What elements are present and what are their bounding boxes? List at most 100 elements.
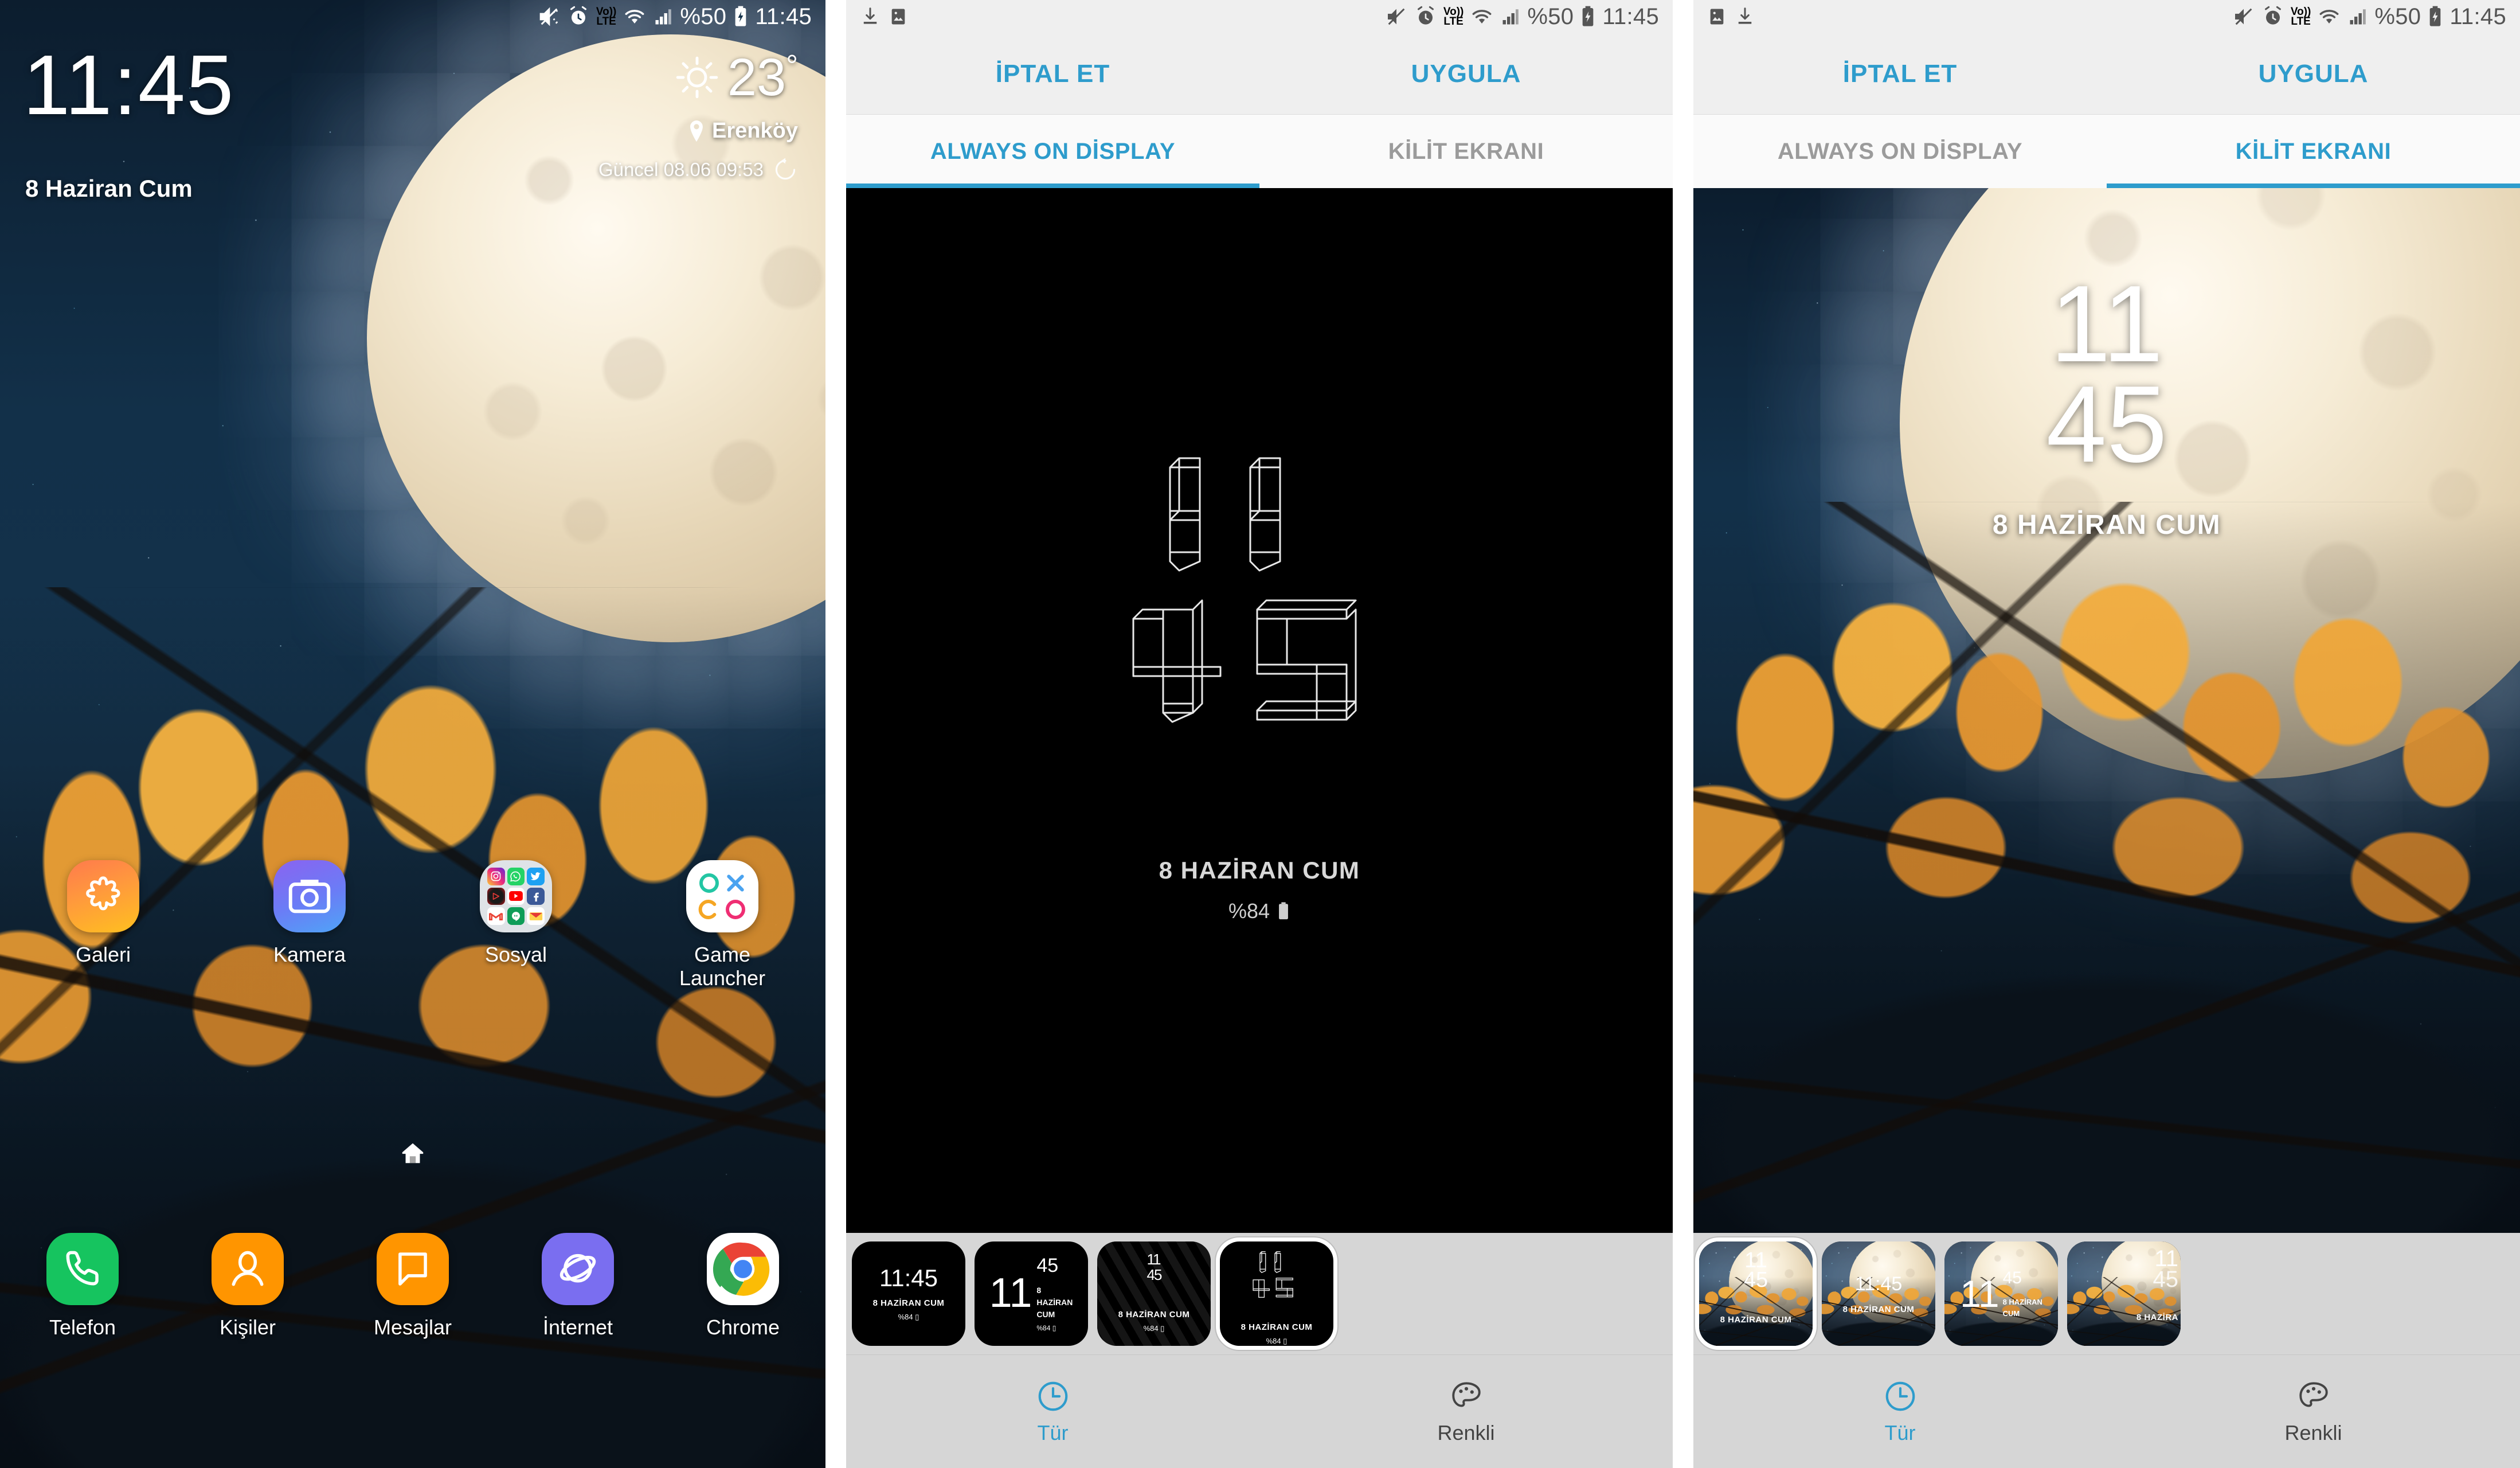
weather-widget[interactable]: 23° Erenköy Güncel 08.06 09:53 bbox=[598, 51, 798, 182]
weather-updated-row[interactable]: Güncel 08.06 09:53 bbox=[598, 157, 798, 182]
wireframe-digits-thumb bbox=[1253, 1251, 1294, 1298]
app-galeri[interactable]: Galeri bbox=[0, 860, 206, 990]
app-label: Chrome bbox=[706, 1315, 780, 1339]
contacts-icon bbox=[212, 1233, 284, 1305]
app-kisiler[interactable]: Kişiler bbox=[165, 1233, 330, 1339]
always-on-display-editor-panel: Vo)) LTE %50 11:45 İPTAL ET UYGULA ALWAY… bbox=[846, 0, 1673, 1468]
aod-thumbnail[interactable]: 11 45 8 HAZİRAN CUM %84 ▯ bbox=[975, 1241, 1088, 1346]
editor-bottom-bar: Tür Renkli bbox=[1693, 1354, 2520, 1468]
wireframe-digits bbox=[1132, 457, 1357, 723]
cancel-button[interactable]: İPTAL ET bbox=[1693, 60, 2107, 88]
bottom-tab-label: Renkli bbox=[2284, 1420, 2342, 1444]
lock-thumbnail[interactable]: 11 45 8 HAZİRA bbox=[2067, 1241, 2181, 1346]
weather-updated-label: Güncel 08.06 09:53 bbox=[598, 159, 764, 180]
status-bar-right: Vo)) LTE %50 11:45 bbox=[2232, 5, 2506, 28]
status-bar-right: Vo)) LTE %50 11:45 bbox=[538, 5, 812, 28]
home-clock-weather-widget[interactable]: 11:45 8 Haziran Cum 23° Erenköy Güncel 0… bbox=[23, 43, 803, 202]
bottom-tab-renkli[interactable]: Renkli bbox=[1259, 1379, 1673, 1445]
download-icon bbox=[863, 7, 877, 24]
app-label: Game Launcher bbox=[679, 943, 766, 990]
bottom-tab-label: Tür bbox=[1037, 1420, 1069, 1444]
bottom-tab-label: Renkli bbox=[1437, 1420, 1495, 1444]
mute-vibrate-icon bbox=[1387, 8, 1405, 25]
download-icon bbox=[1738, 7, 1752, 24]
battery-icon bbox=[1279, 901, 1288, 919]
battery-charging-icon bbox=[1583, 6, 1594, 26]
bottom-tab-tur[interactable]: Tür bbox=[1693, 1379, 2107, 1445]
home-icon[interactable] bbox=[400, 1140, 426, 1169]
app-chrome[interactable]: Chrome bbox=[660, 1233, 825, 1339]
home-clock-date: 8 Haziran Cum bbox=[25, 175, 193, 202]
home-app-row: Galeri Kamera Sosyal Game Launcher bbox=[0, 860, 825, 990]
pin-icon bbox=[690, 120, 703, 142]
lock-clock-widget[interactable]: 11 45 8 HAZİRAN CUM bbox=[1693, 188, 2520, 1233]
weather-location-label: Erenköy bbox=[712, 119, 798, 143]
cancel-button[interactable]: İPTAL ET bbox=[846, 60, 1259, 88]
lock-thumbnail[interactable]: 11:45 8 HAZİRAN CUM bbox=[1822, 1241, 1935, 1346]
bottom-tab-tur[interactable]: Tür bbox=[846, 1379, 1259, 1445]
weather-temperature-row: 23° bbox=[598, 51, 798, 104]
app-telefon[interactable]: Telefon bbox=[0, 1233, 165, 1339]
aod-preview-area[interactable]: 8 HAZİRAN CUM %84 bbox=[846, 188, 1673, 1233]
lock-preview-area[interactable]: 11 45 8 HAZİRAN CUM bbox=[1693, 188, 2520, 1233]
lock-style-thumbnail-strip[interactable]: 11 45 8 HAZİRAN CUM 11:45 8 HAZİRAN CUM bbox=[1693, 1233, 2520, 1354]
mini-twitter-icon bbox=[527, 868, 545, 885]
volte-icon: Vo)) LTE bbox=[2291, 6, 2311, 28]
app-mesajlar[interactable]: Mesajlar bbox=[330, 1233, 495, 1339]
palette-icon bbox=[2299, 1381, 2328, 1407]
app-internet[interactable]: İnternet bbox=[495, 1233, 660, 1339]
clock-icon bbox=[1885, 1381, 1915, 1411]
editor-action-bar: İPTAL ET UYGULA bbox=[846, 33, 1673, 115]
bottom-tab-label: Tür bbox=[1884, 1420, 1916, 1444]
volte-icon: Vo)) LTE bbox=[1443, 6, 1464, 27]
tab-always-on-display[interactable]: ALWAYS ON DİSPLAY bbox=[846, 115, 1259, 188]
aod-thumbnail[interactable]: 11:45 8 HAZİRAN CUM %84 ▯ bbox=[852, 1241, 965, 1346]
alarm-icon bbox=[2264, 6, 2281, 25]
mini-yandex-mail-icon bbox=[527, 907, 545, 925]
aod-thumbnail[interactable]: 11 45 8 HAZİRAN CUM %84 ▯ bbox=[1097, 1241, 1211, 1346]
app-folder-sosyal[interactable]: Sosyal bbox=[413, 860, 619, 990]
thumb-battery: %84 ▯ bbox=[1266, 1337, 1288, 1345]
lock-thumbnail-selected[interactable]: 11 45 8 HAZİRAN CUM bbox=[1699, 1241, 1813, 1346]
app-kamera[interactable]: Kamera bbox=[206, 860, 413, 990]
battery-charging-icon bbox=[2430, 6, 2441, 26]
internet-icon bbox=[542, 1233, 614, 1305]
battery-percent-label: %50 bbox=[1527, 4, 1574, 29]
mini-whatsapp-icon bbox=[507, 868, 525, 885]
aod-style-thumbnail-strip[interactable]: 11:45 8 HAZİRAN CUM %84 ▯ 11 45 8 HAZİRA… bbox=[846, 1233, 1673, 1354]
editor-bottom-bar: Tür Renkli bbox=[846, 1354, 1673, 1468]
mute-vibrate-icon bbox=[539, 7, 558, 26]
thumb-hours: 11 bbox=[2154, 1246, 2178, 1271]
refresh-icon[interactable] bbox=[773, 157, 798, 182]
aod-thumbnail-selected[interactable]: 8 HAZİRAN CUM %84 ▯ bbox=[1220, 1241, 1333, 1346]
tab-lock-screen[interactable]: KİLİT EKRANI bbox=[2107, 115, 2520, 188]
signal-icon bbox=[2350, 9, 2366, 25]
app-game-launcher[interactable]: Game Launcher bbox=[619, 860, 825, 990]
thumb-hours: 11 bbox=[1744, 1248, 1767, 1272]
thumb-date: 8 HAZİRA bbox=[2136, 1313, 2178, 1322]
tab-always-on-display[interactable]: ALWAYS ON DİSPLAY bbox=[1693, 115, 2107, 188]
tab-lock-screen[interactable]: KİLİT EKRANI bbox=[1259, 115, 1673, 188]
sun-icon bbox=[676, 56, 718, 99]
editor-action-bar: İPTAL ET UYGULA bbox=[1693, 33, 2520, 115]
lock-thumbnail[interactable]: 11 45 8 HAZİRAN CUM bbox=[1944, 1241, 2058, 1346]
messages-icon bbox=[377, 1233, 449, 1305]
alarm-icon bbox=[1417, 6, 1434, 25]
bottom-tab-renkli[interactable]: Renkli bbox=[2107, 1379, 2520, 1445]
mute-vibrate-icon bbox=[2235, 8, 2252, 25]
wifi-icon bbox=[1472, 10, 1492, 24]
thumb-hours: 11 bbox=[1146, 1251, 1161, 1268]
aod-editor: Vo)) LTE %50 11:45 İPTAL ET UYGULA ALWAY… bbox=[846, 0, 1673, 1468]
wifi-icon bbox=[625, 10, 644, 24]
apply-button[interactable]: UYGULA bbox=[2107, 60, 2520, 88]
editor-status-bar-lock: Vo)) LTE %50 11:45 bbox=[1693, 0, 2520, 33]
thumb-date: 8 HAZİRAN CUM bbox=[1842, 1305, 1915, 1314]
mini-youtube-icon bbox=[507, 887, 525, 905]
status-bar-left bbox=[860, 6, 908, 28]
volte-bottom: LTE bbox=[2291, 15, 2311, 28]
aod-battery-row: %84 bbox=[1228, 899, 1290, 923]
three-panel-screenshot: Vo)) LTE %50 11:45 11:45 8 Haziran Cum 2… bbox=[0, 0, 2520, 1468]
lock-hours: 11 bbox=[2050, 263, 2163, 385]
apply-button[interactable]: UYGULA bbox=[1259, 60, 1673, 88]
thumb-time: 11:45 bbox=[1854, 1273, 1903, 1295]
